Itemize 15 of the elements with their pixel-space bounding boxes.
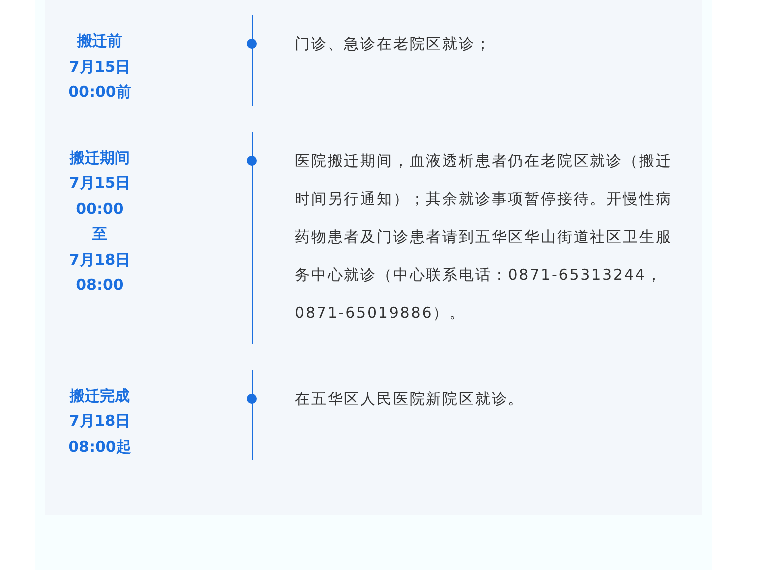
period-label: 7月15日 xyxy=(69,173,131,194)
period-description: 医院搬迁期间，血液透析患者仍在老院区就诊（搬迁时间另行通知）；其余就诊事项暂停接待。开慢性病药物患者及门诊患者请到五华区华山街道社区卫生服务中心就诊（中心联系电话：0871-65313244，0871-65019886）。 xyxy=(295,150,674,324)
period-label: 00:00前 xyxy=(68,82,132,103)
period-description: 门诊、急诊在老院区就诊； xyxy=(295,34,493,55)
period-label: 搬迁前 xyxy=(78,31,122,52)
period-label: 08:00起 xyxy=(68,436,132,458)
period-label: 7月18日 xyxy=(69,411,131,432)
period-label: 08:00 xyxy=(76,275,124,296)
period-label: 7月15日 xyxy=(69,56,131,78)
period-label: 7月18日 xyxy=(69,250,131,270)
period-label: 搬迁期间 xyxy=(70,148,130,168)
period-description: 在五华区人民医院新院区就诊。 xyxy=(295,388,526,410)
period-label: 搬迁完成 xyxy=(70,386,130,406)
period-label: 00:00 xyxy=(76,198,124,220)
period-label: 至 xyxy=(92,224,108,245)
